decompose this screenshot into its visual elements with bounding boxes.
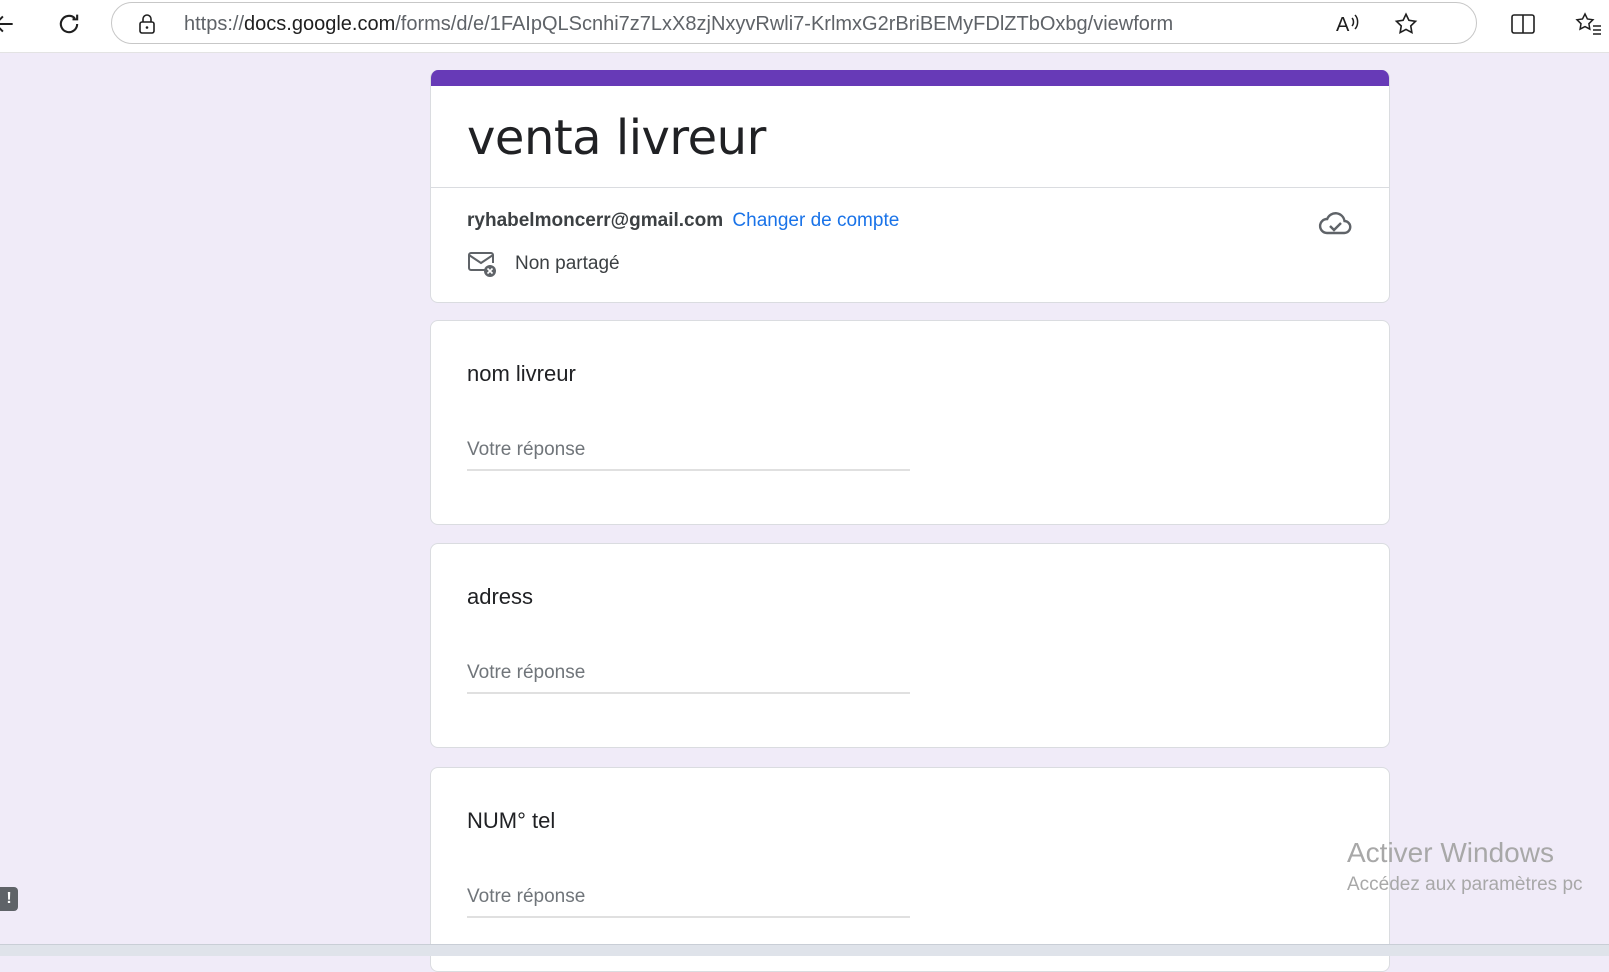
form-accent-bar: [431, 70, 1389, 86]
header-divider: [431, 187, 1389, 188]
question-card-num-tel: NUM° tel Votre réponse: [430, 767, 1390, 972]
url-text[interactable]: https://docs.google.com/forms/d/e/1FAIpQ…: [184, 13, 1173, 35]
question-title: NUM° tel: [467, 808, 556, 833]
url-prefix: https://: [184, 13, 245, 35]
favorites-icon[interactable]: [1572, 8, 1604, 40]
mail-not-shared-icon: [468, 252, 496, 277]
account-email: ryhabelmoncerr@gmail.com: [467, 210, 724, 231]
cloud-saved-icon[interactable]: [1317, 208, 1353, 238]
bottom-scroll-strip: [0, 944, 1609, 956]
svg-text:A: A: [1336, 14, 1350, 36]
url-host: docs.google.com: [244, 13, 396, 35]
form-header-card: venta livreur ryhabelmoncerr@gmail.com C…: [430, 70, 1390, 303]
feedback-button[interactable]: !: [0, 887, 18, 911]
question-title: adress: [467, 584, 534, 609]
refresh-icon[interactable]: [53, 8, 85, 40]
form-title: venta livreur: [467, 110, 766, 166]
account-line: ryhabelmoncerr@gmail.com Changer de comp…: [467, 209, 899, 233]
switch-account-link[interactable]: Changer de compte: [732, 210, 899, 231]
arrow-left-icon[interactable]: [0, 8, 20, 40]
split-screen-icon[interactable]: [1507, 8, 1539, 40]
answer-input-adress[interactable]: Votre réponse: [467, 658, 910, 694]
share-status-row: Non partagé: [467, 250, 620, 278]
star-icon[interactable]: [1392, 10, 1420, 38]
url-path: /forms/d/e/1FAIpQLScnhi7z7LxX8zjNxyvRwli…: [395, 13, 1174, 35]
question-card-nom-livreur: nom livreur Votre réponse: [430, 320, 1390, 525]
question-title: nom livreur: [467, 361, 576, 386]
read-aloud-icon[interactable]: A: [1334, 10, 1362, 38]
question-card-adress: adress Votre réponse: [430, 543, 1390, 748]
browser-toolbar: https://docs.google.com/forms/d/e/1FAIpQ…: [0, 0, 1609, 53]
address-bar[interactable]: https://docs.google.com/forms/d/e/1FAIpQ…: [111, 2, 1477, 44]
lock-icon[interactable]: [136, 13, 158, 35]
answer-input-nom-livreur[interactable]: Votre réponse: [467, 435, 910, 471]
answer-input-num-tel[interactable]: Votre réponse: [467, 882, 910, 918]
share-status-text: Non partagé: [515, 253, 620, 274]
